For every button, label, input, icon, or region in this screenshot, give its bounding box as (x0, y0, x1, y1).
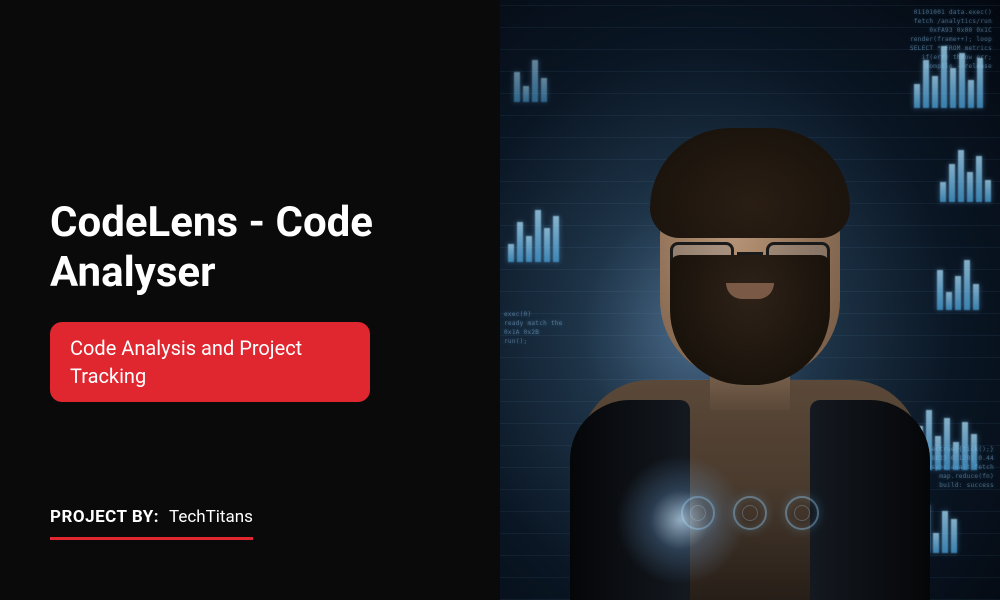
holo-bar-chart (514, 60, 550, 110)
content-panel: CodeLens - Code Analyser Code Analysis a… (0, 0, 500, 600)
project-by-label: PROJECT BY: (50, 507, 159, 527)
hud-rings-icon (681, 496, 819, 530)
subtitle-badge: Code Analysis and Project Tracking (50, 322, 370, 402)
holo-bar-chart (914, 46, 986, 116)
page-title: CodeLens - Code Analyser (50, 198, 450, 299)
holo-bar-chart (940, 150, 994, 210)
project-by-value: TechTitans (169, 507, 253, 527)
project-attribution: PROJECT BY: TechTitans (50, 507, 253, 540)
holo-bar-chart (937, 260, 982, 315)
holo-bar-chart (508, 210, 562, 270)
hero-image: 01101001 data.exec() fetch /analytics/ru… (500, 0, 1000, 600)
